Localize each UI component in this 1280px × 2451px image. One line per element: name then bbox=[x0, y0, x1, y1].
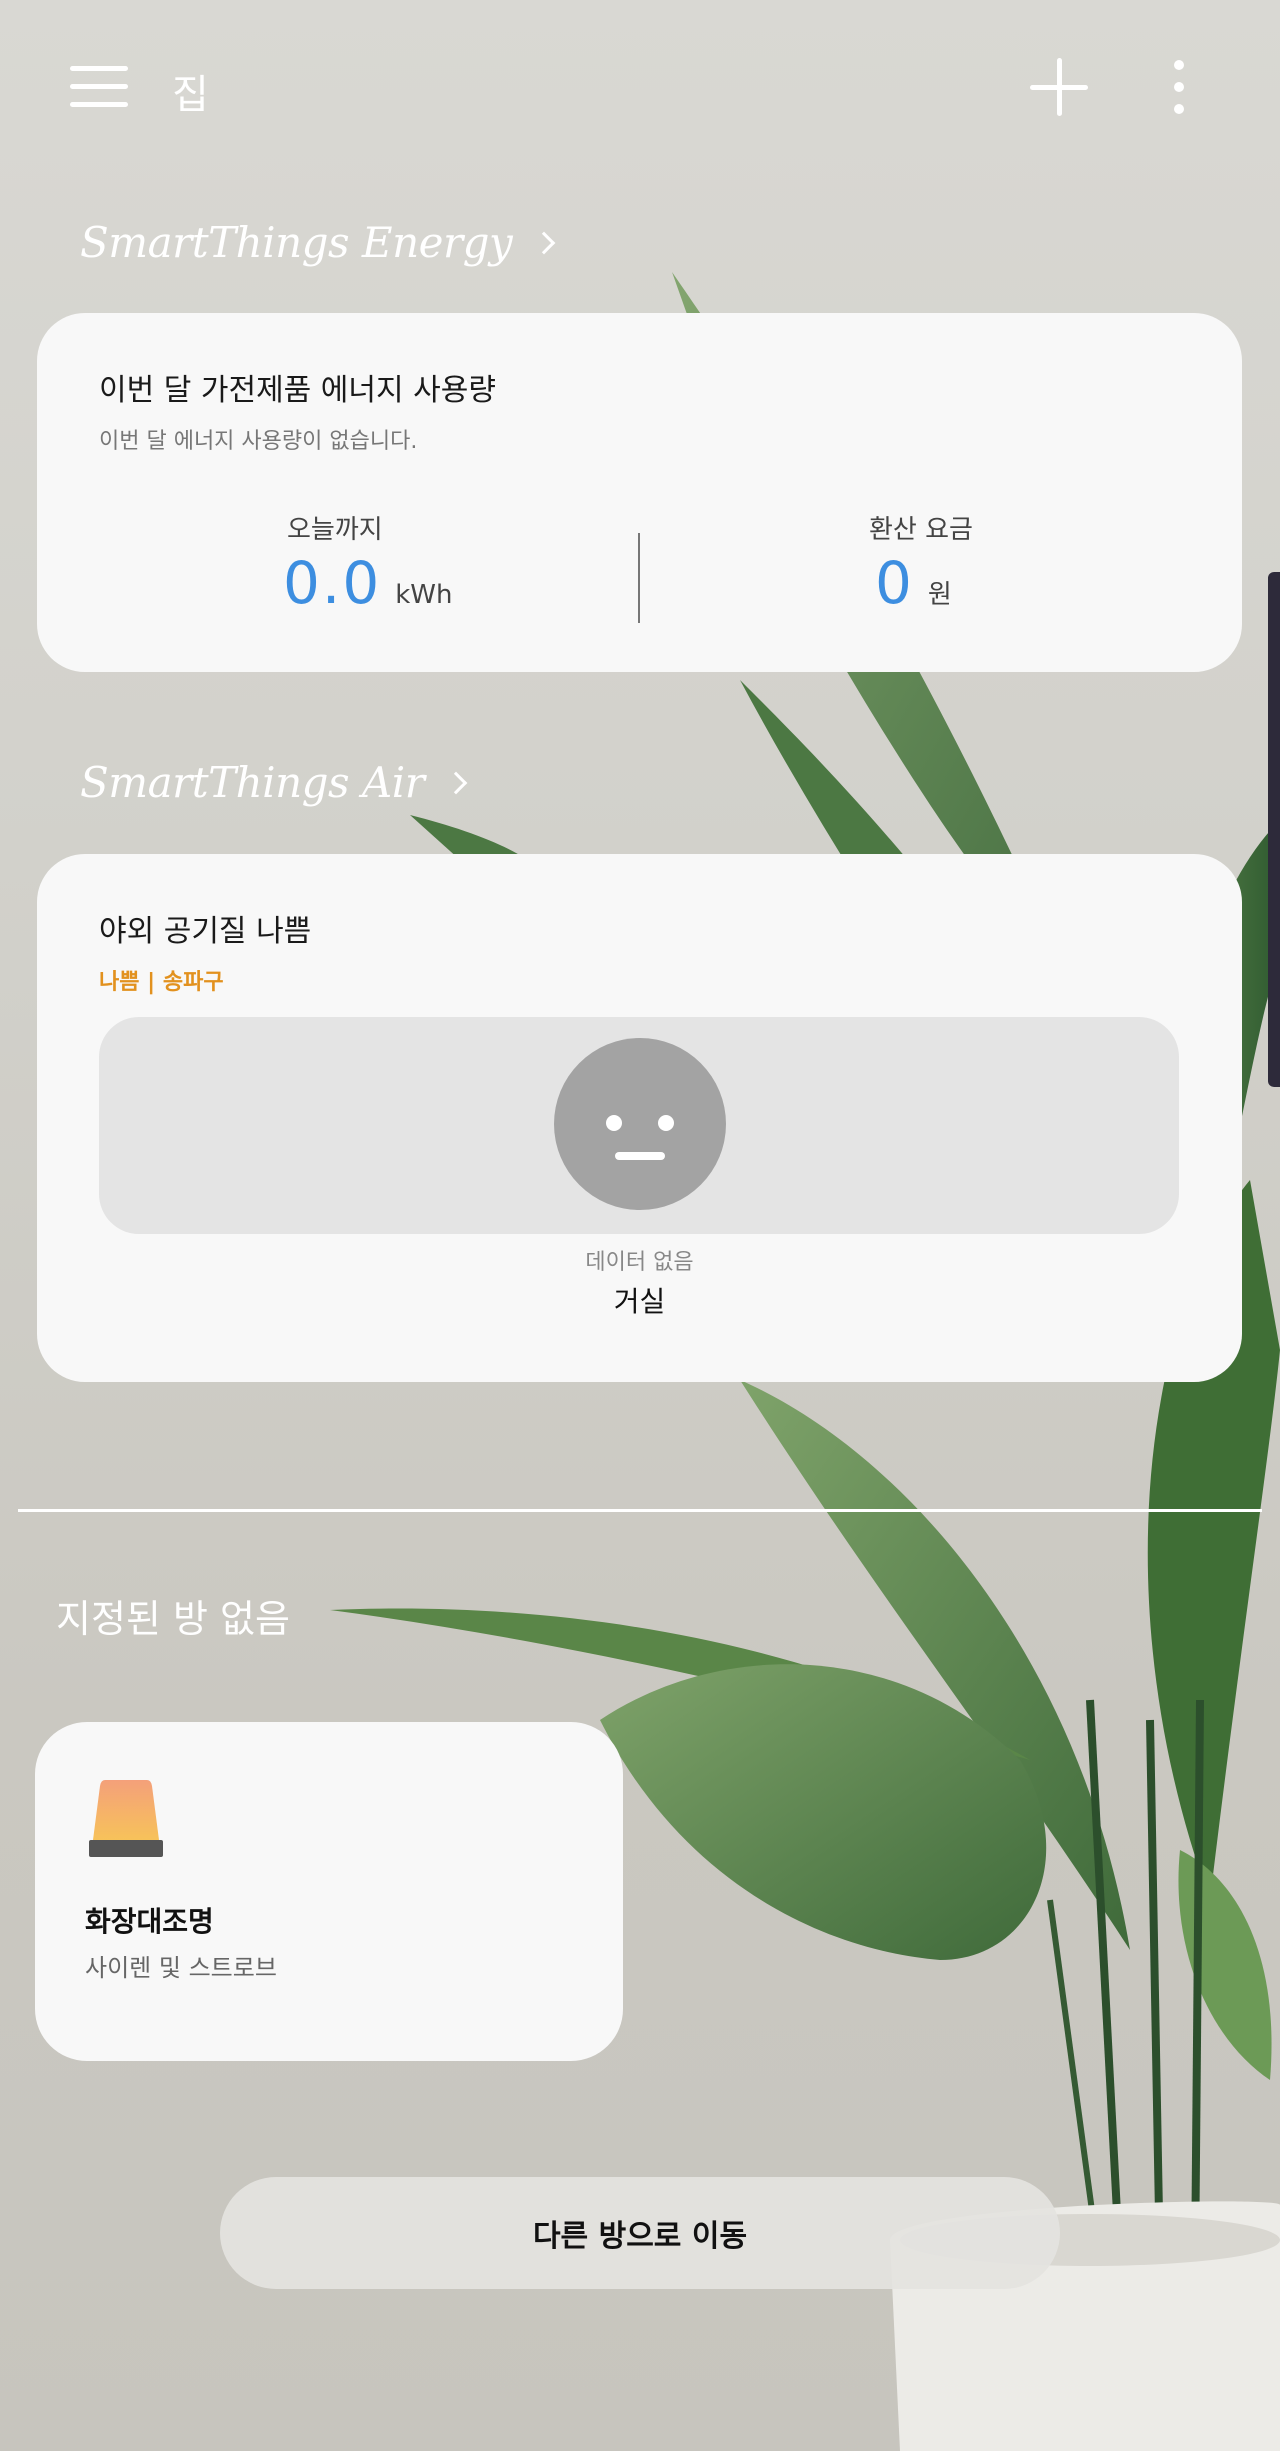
air-no-data: 데이터 없음 bbox=[585, 1250, 694, 1275]
usage-value-group: 0.0 kWh bbox=[283, 549, 453, 617]
air-card-title: 야외 공기질 나쁨 bbox=[99, 914, 312, 949]
usage-label: 오늘까지 bbox=[287, 515, 383, 545]
chevron-right-icon bbox=[444, 771, 468, 794]
air-section-link[interactable]: SmartThings Air bbox=[80, 758, 468, 807]
usage-unit: kWh bbox=[395, 580, 453, 610]
home-title[interactable]: 집 bbox=[172, 62, 209, 120]
device-card[interactable]: 화장대조명 사이렌 및 스트로브 bbox=[35, 1722, 623, 2061]
usage-value: 0.0 bbox=[283, 549, 382, 617]
energy-card[interactable]: 이번 달 가전제품 에너지 사용량 이번 달 에너지 사용량이 없습니다. 오늘… bbox=[37, 313, 1242, 672]
cost-value: 0 bbox=[875, 549, 914, 617]
app-header: 집 bbox=[0, 0, 1280, 180]
energy-section-link[interactable]: SmartThings Energy bbox=[80, 218, 556, 267]
section-divider bbox=[18, 1509, 1262, 1512]
energy-section-label: SmartThings Energy bbox=[80, 218, 513, 267]
cost-value-group: 0 원 bbox=[875, 549, 952, 617]
hamburger-menu-icon[interactable] bbox=[70, 66, 128, 108]
air-room-name: 거실 bbox=[613, 1285, 666, 1318]
energy-card-subtitle: 이번 달 에너지 사용량이 없습니다. bbox=[99, 429, 418, 454]
move-to-room-button[interactable]: 다른 방으로 이동 bbox=[220, 2177, 1060, 2289]
cost-unit: 원 bbox=[927, 580, 952, 610]
cost-label: 환산 요금 bbox=[869, 515, 973, 545]
air-status: 나쁨 | 송파구 bbox=[99, 970, 224, 995]
neutral-face-icon bbox=[554, 1038, 726, 1210]
device-name: 화장대조명 bbox=[85, 1905, 214, 1938]
air-section-label: SmartThings Air bbox=[80, 758, 425, 807]
siren-light-icon bbox=[87, 1776, 165, 1858]
stat-divider bbox=[638, 533, 640, 623]
unassigned-room-title: 지정된 방 없음 bbox=[56, 1597, 290, 1641]
air-quality-card[interactable]: 야외 공기질 나쁨 나쁨 | 송파구 데이터 없음 거실 bbox=[37, 854, 1242, 1382]
side-panel-handle[interactable] bbox=[1268, 572, 1280, 1087]
energy-card-title: 이번 달 가전제품 에너지 사용량 bbox=[99, 373, 496, 408]
more-vertical-icon[interactable] bbox=[1168, 60, 1190, 114]
plus-icon[interactable] bbox=[1030, 58, 1088, 116]
device-status: 사이렌 및 스트로브 bbox=[85, 1954, 277, 1982]
chevron-right-icon bbox=[532, 231, 556, 254]
